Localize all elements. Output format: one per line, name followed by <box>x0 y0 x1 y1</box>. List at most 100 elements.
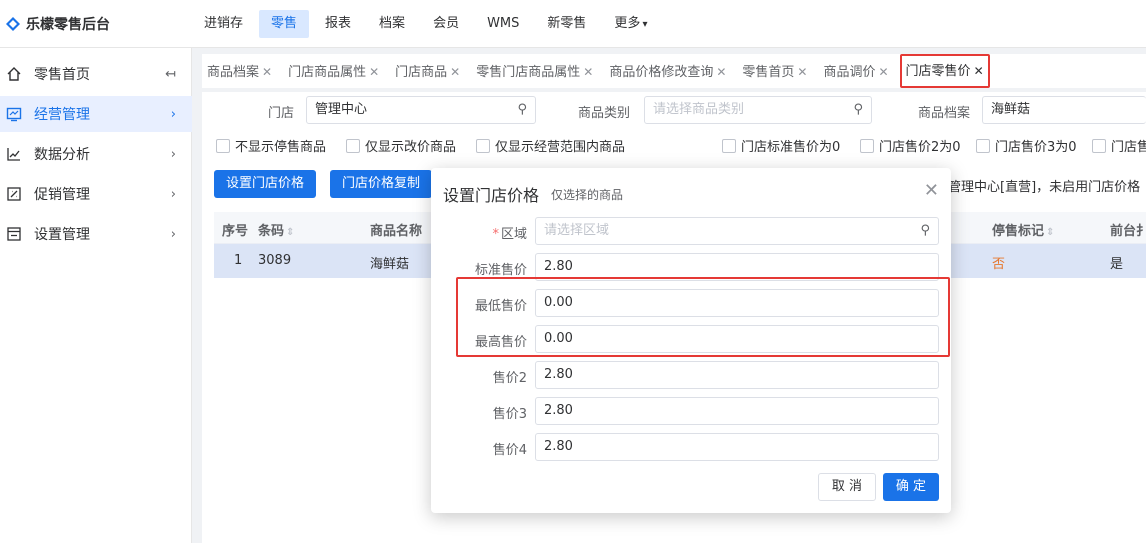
close-icon[interactable]: ✕ <box>583 65 593 79</box>
sidebar-item-analytics[interactable]: 数据分析 › <box>0 136 192 172</box>
store-value: 管理中心 <box>315 102 368 117</box>
topnav-item-jinxiaocun[interactable]: 进销存 <box>192 10 255 38</box>
close-icon[interactable]: ✕ <box>878 65 888 79</box>
col-index: 序号 <box>222 224 249 239</box>
category-input[interactable]: 请选择商品类别 ⚲ <box>644 96 872 124</box>
col-label: 商品名称 <box>370 224 423 239</box>
checkbox-box[interactable] <box>476 138 490 153</box>
field-label: 售价2 <box>492 371 527 386</box>
confirm-button[interactable]: 确 定 <box>883 473 939 501</box>
topnav-more-label: 更多 <box>614 16 641 31</box>
close-icon[interactable]: ✕ <box>797 65 807 79</box>
checkbox-box[interactable] <box>346 138 360 153</box>
sidebar-item-label: 零售首页 <box>34 67 90 83</box>
price2-input[interactable]: 2.80 <box>535 361 939 389</box>
price4-input[interactable]: 2.80 <box>535 433 939 461</box>
settings-box-icon <box>6 226 22 242</box>
tab-price-adjust[interactable]: 商品调价 ✕ <box>818 56 893 86</box>
topnav-item-more[interactable]: 更多 ▾ <box>602 10 659 38</box>
tab-label: 商品档案 <box>207 65 260 80</box>
checkbox-box[interactable] <box>976 138 990 153</box>
collapse-left-icon[interactable]: ↤ <box>165 67 176 82</box>
col-stop-flag[interactable]: 停售标记 ⇕ <box>992 220 1054 239</box>
col-name[interactable]: 商品名称 <box>370 220 422 239</box>
tab-price-change-query[interactable]: 商品价格修改查询 ✕ <box>604 56 731 86</box>
cell-stop-flag: 否 <box>992 257 1006 272</box>
checkbox-row: 不显示停售商品 仅显示改价商品 仅显示经营范围内商品 门店标准售价为0 门店售价… <box>202 136 1146 156</box>
chevron-right-icon: › <box>170 226 176 242</box>
sidebar-item-operations[interactable]: 经营管理 › <box>0 96 192 132</box>
checkbox-price2-zero[interactable]: 门店售价2为0 <box>860 136 961 155</box>
sidebar-item-promotions[interactable]: 促销管理 › <box>0 176 192 212</box>
checkbox-only-changed[interactable]: 仅显示改价商品 <box>346 136 456 155</box>
field-price2: 售价2 2.80 <box>431 361 951 389</box>
checkbox-price4-zero[interactable]: 门店售 <box>1092 136 1146 155</box>
tab-label: 商品调价 <box>823 65 876 80</box>
logo-icon <box>6 17 20 31</box>
chevron-right-icon: › <box>170 186 176 202</box>
cell-barcode: 3089 <box>258 253 292 268</box>
close-icon[interactable]: ✕ <box>262 65 272 79</box>
close-icon[interactable]: ✕ <box>716 65 726 79</box>
tab-product-archive[interactable]: 商品档案 ✕ <box>202 56 277 86</box>
checkbox-box[interactable] <box>860 138 874 153</box>
chevron-right-icon: › <box>170 106 176 122</box>
region-input[interactable]: 请选择区域 ⚲ <box>535 217 939 245</box>
tab-label: 门店商品 <box>395 65 448 80</box>
search-icon[interactable]: ⚲ <box>517 97 527 123</box>
caret-down-icon: ▾ <box>642 19 648 30</box>
sidebar-item-settings[interactable]: 设置管理 › <box>0 216 192 252</box>
checkbox-box[interactable] <box>1092 138 1106 153</box>
set-store-price-button[interactable]: 设置门店价格 <box>214 170 317 198</box>
price3-input[interactable]: 2.80 <box>535 397 939 425</box>
store-input[interactable]: 管理中心 ⚲ <box>306 96 536 124</box>
sort-icon[interactable]: ⇕ <box>1046 227 1054 238</box>
sort-icon[interactable]: ⇕ <box>286 227 294 238</box>
sidebar-item-retail-home[interactable]: 零售首页 ↤ <box>0 56 192 92</box>
tab-store-product-attrs[interactable]: 门店商品属性 ✕ <box>283 56 384 86</box>
copy-store-price-button[interactable]: 门店价格复制 <box>330 170 433 198</box>
home-icon <box>6 66 22 82</box>
cancel-button[interactable]: 取 消 <box>818 473 876 501</box>
archive-input[interactable]: 海鲜菇 <box>982 96 1146 124</box>
topnav-item-retail[interactable]: 零售 <box>259 10 310 38</box>
app-logo[interactable]: 乐檬零售后台 <box>0 0 192 48</box>
cell-index: 1 <box>234 253 243 268</box>
checkbox-label: 门店售 <box>1111 140 1146 155</box>
checkbox-box[interactable] <box>216 138 230 153</box>
topnav-item-archive[interactable]: 档案 <box>367 10 417 38</box>
checkbox-price3-zero[interactable]: 门店售价3为0 <box>976 136 1077 155</box>
field-label: 售价3 <box>492 407 527 422</box>
field-label: 售价4 <box>492 443 527 458</box>
tab-label: 商品价格修改查询 <box>609 65 714 80</box>
cell-front: 是 <box>1110 257 1124 272</box>
sidebar-item-label: 数据分析 <box>34 147 90 163</box>
topnav-item-new-retail[interactable]: 新零售 <box>535 10 598 38</box>
cell-name: 海鲜菇 <box>370 257 410 272</box>
checkbox-std-price-zero[interactable]: 门店标准售价为0 <box>722 136 840 155</box>
tab-retail-store-attrs[interactable]: 零售门店商品属性 ✕ <box>471 56 598 86</box>
topnav-item-member[interactable]: 会员 <box>421 10 471 38</box>
topnav-item-wms[interactable]: WMS <box>475 10 531 38</box>
close-icon[interactable]: ✕ <box>369 65 379 79</box>
search-icon[interactable]: ⚲ <box>853 97 863 123</box>
close-icon[interactable]: ✕ <box>924 180 939 201</box>
checkbox-label: 仅显示改价商品 <box>365 140 457 155</box>
tab-store-retail-price[interactable]: 门店零售价 ✕ <box>899 54 990 88</box>
tab-retail-home[interactable]: 零售首页 ✕ <box>737 56 812 86</box>
close-icon[interactable]: ✕ <box>974 64 984 78</box>
field-region: * 区域 请选择区域 ⚲ <box>431 217 951 245</box>
sidebar-item-label: 设置管理 <box>34 227 90 243</box>
col-front: 前台扌 <box>1110 224 1146 239</box>
tab-store-products[interactable]: 门店商品 ✕ <box>390 56 465 86</box>
filter-row: 门店 管理中心 ⚲ 商品类别 请选择商品类别 ⚲ 商品档案 海鲜菇 <box>202 96 1146 124</box>
search-icon[interactable]: ⚲ <box>920 218 930 244</box>
topnav-item-reports[interactable]: 报表 <box>313 10 363 38</box>
col-barcode[interactable]: 条码 ⇕ <box>258 220 294 239</box>
checkbox-only-scope[interactable]: 仅显示经营范围内商品 <box>476 136 625 155</box>
checkbox-box[interactable] <box>722 138 736 153</box>
checkbox-label: 仅显示经营范围内商品 <box>495 140 626 155</box>
close-icon[interactable]: ✕ <box>450 65 460 79</box>
checkbox-label: 门店标准售价为0 <box>741 140 841 155</box>
checkbox-hide-stopped[interactable]: 不显示停售商品 <box>216 136 326 155</box>
